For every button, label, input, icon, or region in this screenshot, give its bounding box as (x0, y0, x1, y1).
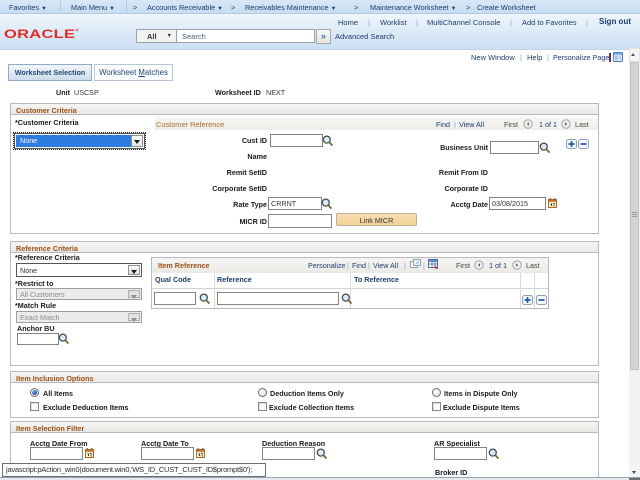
svg-text:↗: ↗ (415, 261, 419, 267)
